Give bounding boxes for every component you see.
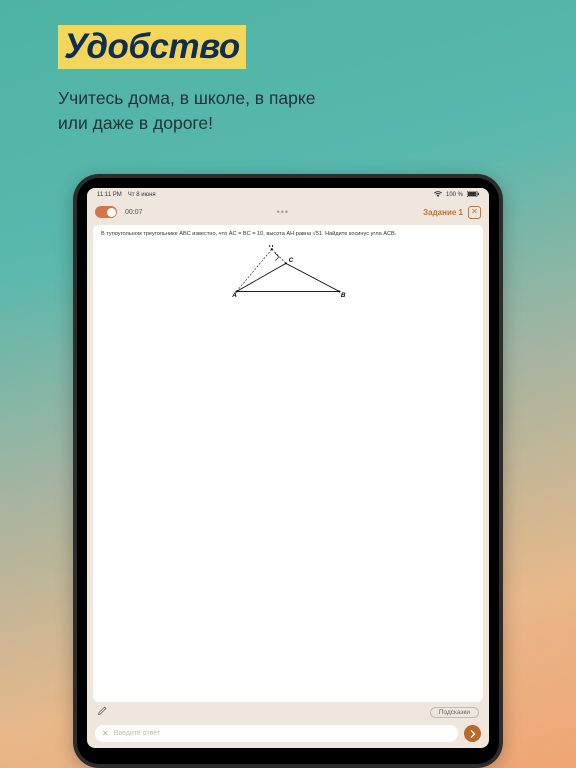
vertex-C: C <box>289 256 294 263</box>
mode-toggle[interactable] <box>95 206 117 218</box>
pencil-icon[interactable] <box>97 705 108 719</box>
more-menu-icon[interactable]: ••• <box>277 207 289 217</box>
promo-headline: Удобство <box>58 25 246 69</box>
answer-placeholder: Введите ответ <box>114 730 160 737</box>
battery-icon <box>467 191 479 199</box>
vertex-B: B <box>341 292 346 299</box>
wifi-icon <box>434 191 442 199</box>
submit-button[interactable] <box>464 725 481 742</box>
status-date: Чт 8 июня <box>128 192 156 198</box>
subhead-line2: или даже в дороге! <box>58 113 213 133</box>
clear-icon[interactable]: ✕ <box>102 729 109 738</box>
subhead-line1: Учитесь дома, в школе, в парке <box>58 88 315 108</box>
timer: 00:07 <box>125 209 143 216</box>
vertex-A: A <box>231 292 237 299</box>
promo-subhead: Учитесь дома, в школе, в парке или даже … <box>58 86 315 135</box>
close-button[interactable]: ✕ <box>468 206 481 219</box>
problem-text: В тупоугольном треугольнике ABC известно… <box>101 231 475 239</box>
vertex-H: H <box>269 245 274 249</box>
status-time: 11:11 PM <box>97 192 122 198</box>
tablet-frame: 11:11 PM Чт 8 июня 100 % 00:07 <box>73 174 503 768</box>
tablet-bezel: 11:11 PM Чт 8 июня 100 % 00:07 <box>77 178 499 764</box>
problem-card: В тупоугольном треугольнике ABC известно… <box>93 225 483 702</box>
status-bar: 11:11 PM Чт 8 июня 100 % <box>87 188 489 201</box>
app-bar: 00:07 ••• Задание 1 ✕ <box>87 201 489 223</box>
triangle-figure: A B C H <box>228 245 348 305</box>
hints-button[interactable]: Подсказки <box>430 707 479 718</box>
battery-percent: 100 % <box>446 192 463 198</box>
answer-input[interactable]: ✕ Введите ответ <box>95 725 458 742</box>
answer-row: ✕ Введите ответ <box>87 722 489 748</box>
hint-row: Подсказки <box>87 702 489 722</box>
task-label: Задание 1 <box>423 208 463 217</box>
app-screen: 11:11 PM Чт 8 июня 100 % 00:07 <box>87 188 489 748</box>
